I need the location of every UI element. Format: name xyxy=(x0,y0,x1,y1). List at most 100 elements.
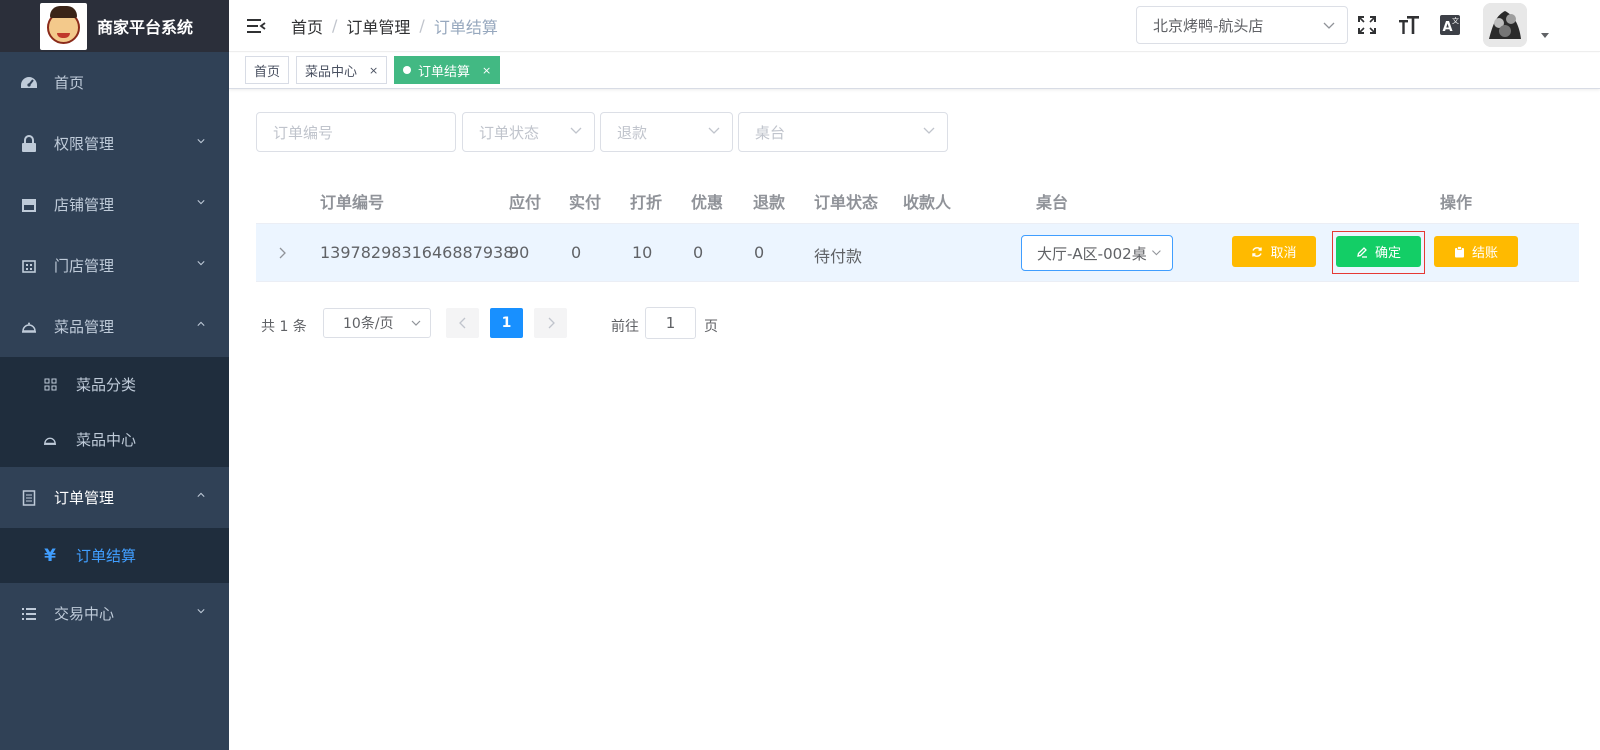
column-header: 订单状态 xyxy=(814,193,879,212)
column-header: 实付 xyxy=(569,193,602,212)
column-header: 操作 xyxy=(1440,193,1473,212)
order-status-placeholder: 订单状态 xyxy=(479,123,540,142)
navbar: 首页 / 订单管理 / 订单结算 北京烤鸭-航头店 A 文 xyxy=(229,0,1600,52)
sidebar-item-dishes[interactable]: 菜品管理 xyxy=(0,296,229,357)
cell-coupon: 0 xyxy=(693,243,704,262)
shop-select[interactable]: 北京烤鸭-航头店 xyxy=(1136,6,1348,44)
pagination-total: 共 1 条 xyxy=(261,319,307,335)
column-header: 桌台 xyxy=(1036,193,1069,212)
goto-page-input[interactable]: 1 xyxy=(645,307,696,339)
page-button[interactable]: 1 xyxy=(490,308,523,338)
sidebar-item-trade[interactable]: 交易中心 xyxy=(0,583,229,644)
logo-image xyxy=(40,2,87,50)
column-header: 应付 xyxy=(509,193,542,212)
sidebar-item-label: 店铺管理 xyxy=(54,196,115,214)
close-icon[interactable]: × xyxy=(482,64,491,77)
hamburger-icon[interactable] xyxy=(245,15,267,37)
breadcrumb-current: 订单结算 xyxy=(433,17,498,37)
sidebar-item-shop[interactable]: 店铺管理 xyxy=(0,174,229,235)
edit-icon xyxy=(1356,246,1368,258)
tag-label: 订单结算 xyxy=(418,64,471,80)
sidebar-item-branch[interactable]: 门店管理 xyxy=(0,235,229,296)
tags-view: 首页 菜品中心 × 订单结算 × xyxy=(229,53,1600,89)
refund-select[interactable]: 退款 xyxy=(600,112,733,152)
tag-order-settlement[interactable]: 订单结算 × xyxy=(394,56,501,84)
prev-page-button[interactable] xyxy=(446,308,479,338)
order-status-select[interactable]: 订单状态 xyxy=(462,112,595,152)
page-size-select[interactable]: 10条/页 xyxy=(323,308,431,338)
chevron-right-icon xyxy=(548,317,555,329)
sidebar-item-dish-center[interactable]: 菜品中心 xyxy=(0,412,229,467)
order-table: 订单编号 应付 实付 打折 优惠 退款 订单状态 收款人 桌台 操作 13978… xyxy=(256,172,1579,282)
fullscreen-icon[interactable] xyxy=(1355,13,1379,37)
chevron-down-icon xyxy=(411,320,421,326)
tag-label: 首页 xyxy=(254,64,281,80)
sidebar-item-label: 门店管理 xyxy=(54,257,115,275)
chevron-down-icon xyxy=(708,127,720,134)
table-header: 订单编号 应付 实付 打折 优惠 退款 订单状态 收款人 桌台 操作 xyxy=(256,172,1579,224)
tag-home[interactable]: 首页 xyxy=(245,56,290,84)
breadcrumb: 首页 / 订单管理 / 订单结算 xyxy=(291,14,498,38)
sidebar-item-label: 首页 xyxy=(54,74,85,92)
breadcrumb-orders[interactable]: 订单管理 xyxy=(346,14,410,38)
chevron-right-icon[interactable] xyxy=(278,247,286,259)
checkout-label: 结账 xyxy=(1471,246,1498,261)
sidebar-item-dish-category[interactable]: 菜品分类 xyxy=(0,357,229,412)
checkout-button[interactable]: 结账 xyxy=(1434,236,1518,267)
goto-label: 前往 xyxy=(611,319,639,335)
row-desk-select[interactable]: 大厅-A区-002桌 xyxy=(1021,235,1173,271)
sidebar-item-home[interactable]: 首页 xyxy=(0,52,229,113)
grid-icon xyxy=(42,377,58,393)
sidebar-item-order-settlement[interactable]: ¥ 订单结算 xyxy=(0,528,229,583)
chevron-up-icon xyxy=(197,492,205,497)
sidebar-item-label: 订单结算 xyxy=(76,547,137,565)
desk-select[interactable]: 桌台 xyxy=(738,112,948,152)
chevron-down-icon xyxy=(197,261,205,266)
shop-select-value: 北京烤鸭-航头店 xyxy=(1153,16,1264,35)
order-no-placeholder: 订单编号 xyxy=(273,123,334,142)
cell-payable: 90 xyxy=(509,243,530,262)
lock-icon xyxy=(20,134,38,153)
submenu-dishes: 菜品分类 菜品中心 xyxy=(0,357,229,467)
cancel-button[interactable]: 取消 xyxy=(1232,236,1316,267)
table-row: 1397829831646887938 90 0 10 0 0 待付款 大厅-A… xyxy=(256,224,1579,282)
cloche-icon xyxy=(20,318,38,336)
page-size-value: 10条/页 xyxy=(343,316,394,332)
language-icon[interactable]: A 文 xyxy=(1438,13,1462,37)
font-size-icon[interactable] xyxy=(1397,13,1421,37)
breadcrumb-separator: / xyxy=(332,16,338,35)
confirm-label: 确定 xyxy=(1374,246,1401,261)
cloche-icon xyxy=(42,432,58,448)
breadcrumb-home[interactable]: 首页 xyxy=(291,14,323,38)
sidebar-item-label: 订单管理 xyxy=(54,489,115,507)
close-icon[interactable]: × xyxy=(369,64,378,77)
tag-label: 菜品中心 xyxy=(305,64,358,80)
caret-down-icon[interactable] xyxy=(1541,33,1549,38)
clipboard-icon xyxy=(1454,245,1465,258)
sidebar-item-orders[interactable]: 订单管理 xyxy=(0,467,229,528)
sidebar-item-permission[interactable]: 权限管理 xyxy=(0,113,229,174)
order-no-input[interactable]: 订单编号 xyxy=(256,112,456,152)
avatar[interactable] xyxy=(1483,3,1527,47)
column-header: 打折 xyxy=(630,193,663,212)
column-header: 收款人 xyxy=(903,193,952,212)
logo[interactable]: 商家平台系统 xyxy=(0,0,229,52)
next-page-button[interactable] xyxy=(534,308,567,338)
confirm-button[interactable]: 确定 xyxy=(1336,236,1421,267)
breadcrumb-separator: / xyxy=(419,16,425,35)
building-icon xyxy=(20,257,38,275)
svg-text:文: 文 xyxy=(1452,16,1459,25)
active-dot-icon xyxy=(403,66,411,74)
chevron-left-icon xyxy=(458,317,465,329)
goto-suffix: 页 xyxy=(704,319,718,335)
sidebar-item-label: 交易中心 xyxy=(54,605,115,623)
tag-dish-center[interactable]: 菜品中心 × xyxy=(296,56,388,84)
chevron-down-icon xyxy=(197,200,205,205)
column-header: 订单编号 xyxy=(320,193,385,212)
sidebar-item-label: 权限管理 xyxy=(54,135,115,153)
cancel-label: 取消 xyxy=(1270,246,1297,261)
document-icon xyxy=(20,489,38,507)
row-desk-value: 大厅-A区-002桌 xyxy=(1037,244,1147,263)
chevron-down-icon xyxy=(197,139,205,144)
submenu-orders: ¥ 订单结算 xyxy=(0,528,229,583)
